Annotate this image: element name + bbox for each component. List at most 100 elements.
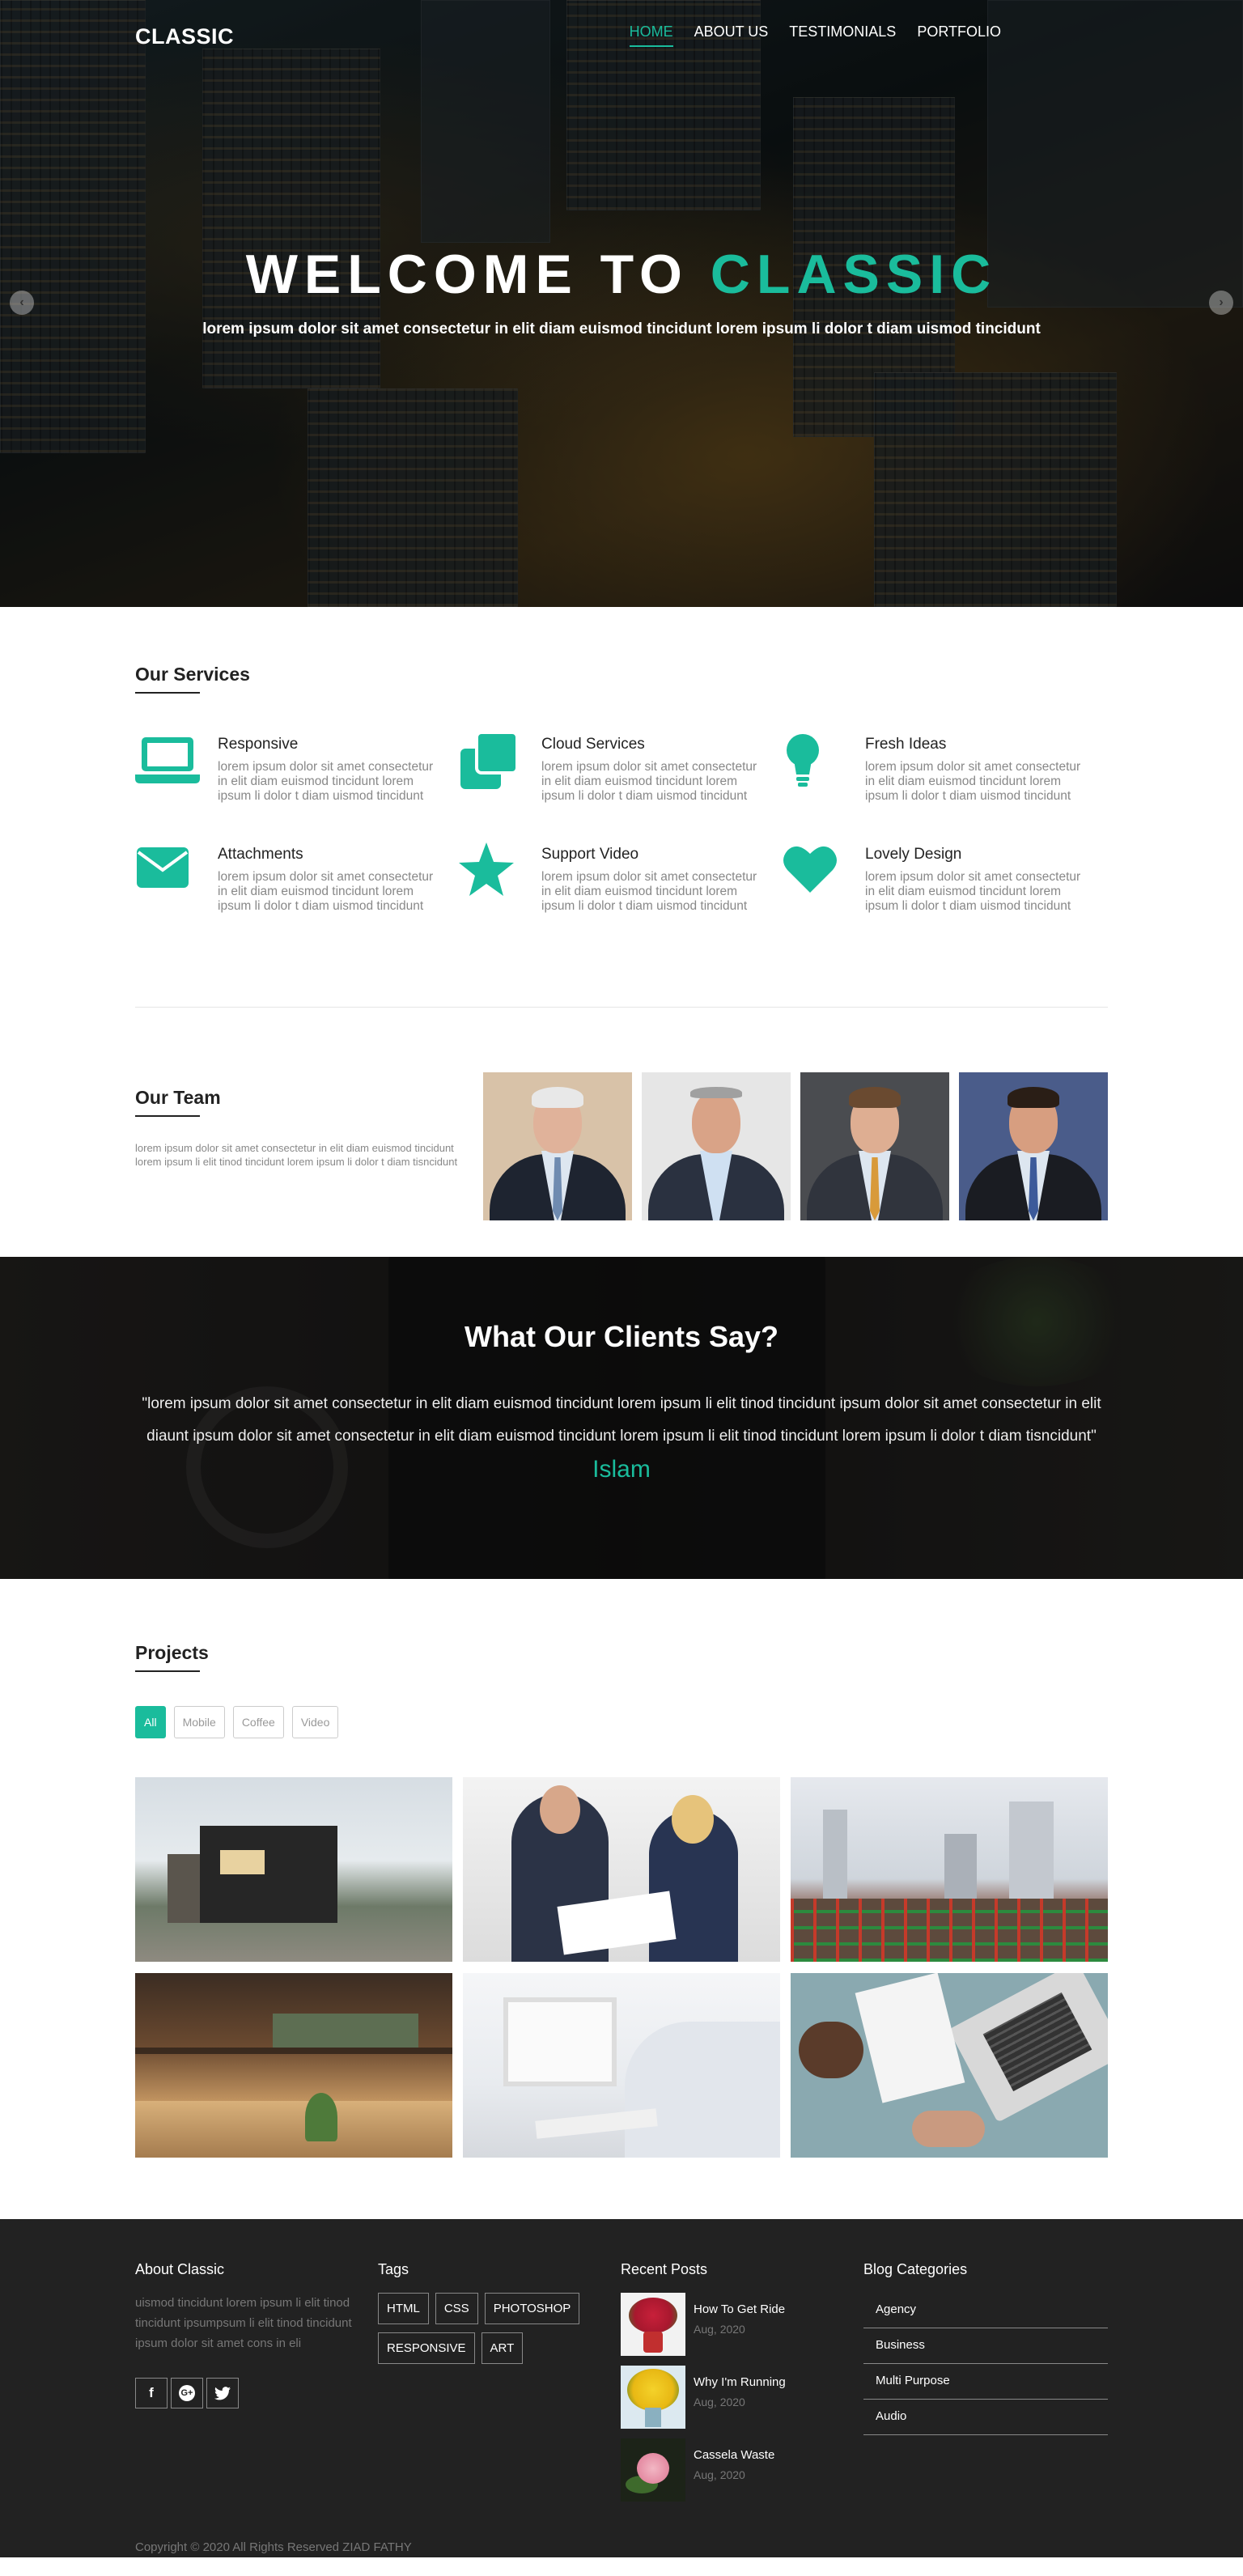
hero-building (874, 372, 1117, 607)
post-title[interactable]: Why I'm Running (694, 2375, 786, 2389)
team-text: lorem ipsum dolor sit amet consectetur i… (135, 1142, 458, 1168)
team-photos (483, 1072, 1108, 1220)
filter-mobile[interactable]: Mobile (173, 1706, 225, 1738)
team-member-photo[interactable] (959, 1072, 1108, 1220)
service-text: lorem ipsum dolor sit amet consectetur i… (865, 760, 1081, 803)
filter-coffee[interactable]: Coffee (232, 1706, 284, 1738)
service-title: Attachments (218, 846, 303, 863)
section-divider (135, 1007, 1108, 1008)
nav-item-home[interactable]: HOME (629, 23, 673, 47)
recent-post[interactable]: How To Get Ride Aug, 2020 (621, 2293, 863, 2356)
envelope-icon (135, 842, 200, 901)
hero-title-accent: CLASSIC (710, 244, 998, 305)
footer-recent-posts: Recent Posts How To Get Ride Aug, 2020 W… (621, 2261, 863, 2511)
testimonials-section: What Our Clients Say? "lorem ipsum dolor… (0, 1257, 1243, 1579)
facebook-icon[interactable]: f (135, 2378, 168, 2408)
tag-photoshop[interactable]: PHOTOSHOP (484, 2293, 580, 2324)
footer-tags: Tags HTML CSS PHOTOSHOP RESPONSIVE ART (378, 2261, 621, 2511)
tag-css[interactable]: CSS (435, 2293, 478, 2324)
service-text: lorem ipsum dolor sit amet consectetur i… (218, 760, 434, 803)
service-item: Fresh Ideas lorem ipsum dolor sit amet c… (783, 732, 1106, 804)
testimonials-title: What Our Clients Say? (464, 1320, 779, 1353)
post-thumbnail (621, 2366, 685, 2429)
category-business[interactable]: Business (863, 2328, 1108, 2364)
footer-about: About Classic uismod tincidunt lorem ips… (135, 2261, 378, 2511)
star-icon (459, 842, 524, 901)
recent-post[interactable]: Cassela Waste Aug, 2020 (621, 2438, 863, 2502)
team-member-photo[interactable] (642, 1072, 791, 1220)
project-tile[interactable] (135, 1777, 452, 1962)
project-tile[interactable] (463, 1777, 780, 1962)
projects-grid (135, 1777, 1108, 2158)
testimonial-quote: "lorem ipsum dolor sit amet consectetur … (142, 1395, 1101, 1445)
social-links: f G+ (135, 2378, 378, 2408)
footer-categories-title: Blog Categories (863, 2261, 968, 2277)
laptop-icon (135, 732, 200, 791)
nav-menu: HOME ABOUT US TESTIMONIALS PORTFOLIO (629, 23, 1001, 47)
post-thumbnail (621, 2438, 685, 2502)
team-member-photo[interactable] (483, 1072, 632, 1220)
filter-all[interactable]: All (135, 1706, 166, 1738)
projects-section: Projects All Mobile Coffee Video (0, 1579, 1243, 2158)
service-title: Responsive (218, 736, 299, 753)
top-navbar: CLASSIC HOME ABOUT US TESTIMONIALS PORTF… (0, 0, 1243, 73)
nav-item-testimonials[interactable]: TESTIMONIALS (789, 23, 896, 47)
service-item: Cloud Services lorem ipsum dolor sit ame… (459, 731, 783, 804)
post-title[interactable]: How To Get Ride (694, 2302, 785, 2316)
services-grid: Responsive lorem ipsum dolor sit amet co… (135, 731, 1108, 914)
service-title: Support Video (541, 846, 639, 863)
post-title[interactable]: Cassela Waste (694, 2448, 774, 2462)
post-date: Aug, 2020 (694, 2468, 745, 2481)
service-text: lorem ipsum dolor sit amet consectetur i… (541, 760, 757, 803)
testimonial-author: Islam (592, 1456, 651, 1483)
copyright-text: Copyright © 2020 All Rights Reserved ZIA… (135, 2540, 412, 2554)
twitter-icon[interactable] (206, 2378, 239, 2408)
category-agency[interactable]: Agency (863, 2293, 1108, 2328)
team-title: Our Team (135, 1087, 221, 1117)
services-title: Our Services (135, 664, 250, 694)
service-text: lorem ipsum dolor sit amet consectetur i… (541, 870, 757, 913)
category-audio[interactable]: Audio (863, 2400, 1108, 2435)
tag-html[interactable]: HTML (378, 2293, 429, 2324)
service-item: Responsive lorem ipsum dolor sit amet co… (135, 732, 459, 804)
lightbulb-icon (783, 732, 847, 791)
tag-responsive[interactable]: RESPONSIVE (378, 2332, 475, 2364)
footer-about-title: About Classic (135, 2261, 225, 2277)
footer-blog-categories: Blog Categories Agency Business Multi Pu… (863, 2261, 1108, 2511)
nav-item-portfolio[interactable]: PORTFOLIO (917, 23, 1001, 47)
heart-icon (783, 842, 847, 901)
google-plus-icon[interactable]: G+ (171, 2378, 203, 2408)
post-date: Aug, 2020 (694, 2396, 745, 2408)
post-thumbnail (621, 2293, 685, 2356)
service-text: lorem ipsum dolor sit amet consectetur i… (865, 870, 1081, 913)
project-tile[interactable] (791, 1973, 1108, 2158)
footer-tags-title: Tags (378, 2261, 409, 2277)
nav-item-about-us[interactable]: ABOUT US (694, 23, 769, 47)
project-tile[interactable] (135, 1973, 452, 2158)
site-logo[interactable]: CLASSIC (135, 24, 234, 49)
project-tile[interactable] (791, 1777, 1108, 1962)
hero-title: WELCOME TO CLASSIC (0, 243, 1243, 306)
team-section: Our Team lorem ipsum dolor sit amet cons… (135, 1072, 1108, 1220)
service-item: Support Video lorem ipsum dolor sit amet… (459, 842, 783, 914)
site-footer: About Classic uismod tincidunt lorem ips… (0, 2219, 1243, 2557)
tag-art[interactable]: ART (481, 2332, 524, 2364)
footer-about-text: uismod tincidunt lorem ipsum li elit tin… (135, 2296, 352, 2350)
post-date: Aug, 2020 (694, 2323, 745, 2336)
projects-title: Projects (135, 1642, 209, 1672)
team-member-photo[interactable] (800, 1072, 949, 1220)
recent-post[interactable]: Why I'm Running Aug, 2020 (621, 2366, 863, 2429)
project-tile[interactable] (463, 1973, 780, 2158)
service-title: Cloud Services (541, 736, 645, 753)
hero-building (308, 388, 518, 607)
hero-slider: CLASSIC HOME ABOUT US TESTIMONIALS PORTF… (0, 0, 1243, 607)
hero-content: WELCOME TO CLASSIC lorem ipsum dolor sit… (0, 243, 1243, 338)
project-filters: All Mobile Coffee Video (135, 1706, 1108, 1738)
filter-video[interactable]: Video (291, 1706, 339, 1738)
category-multi-purpose[interactable]: Multi Purpose (863, 2364, 1108, 2400)
hero-subtitle: lorem ipsum dolor sit amet consectetur i… (202, 320, 1041, 337)
service-item: Attachments lorem ipsum dolor sit amet c… (135, 842, 459, 914)
footer-recent-title: Recent Posts (621, 2261, 708, 2277)
clone-icon (459, 731, 524, 791)
service-text: lorem ipsum dolor sit amet consectetur i… (218, 870, 434, 913)
